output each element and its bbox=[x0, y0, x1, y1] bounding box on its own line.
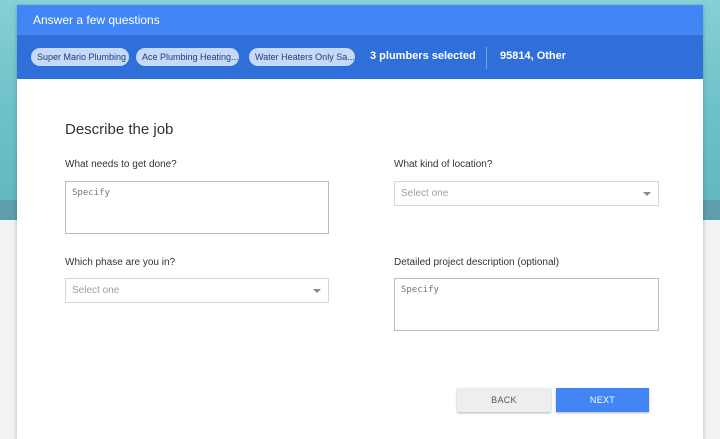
phase-value: Select one bbox=[72, 285, 120, 296]
back-button[interactable]: BACK bbox=[457, 388, 551, 412]
location-summary: 95814, Other bbox=[500, 50, 567, 62]
location-kind-value: Select one bbox=[401, 188, 449, 199]
description-input[interactable] bbox=[394, 278, 659, 331]
plumber-chip-3[interactable]: Water Heaters Only Sa... bbox=[249, 48, 355, 66]
plumber-chip-2[interactable]: Ace Plumbing Heating... bbox=[136, 48, 239, 66]
what-needs-label: What needs to get done? bbox=[65, 159, 177, 170]
next-button[interactable]: NEXT bbox=[556, 388, 649, 412]
dialog-title: Answer a few questions bbox=[33, 13, 160, 27]
description-label: Detailed project description (optional) bbox=[394, 257, 560, 268]
location-kind-select[interactable]: Select one bbox=[394, 181, 659, 206]
phase-label: Which phase are you in? bbox=[65, 257, 176, 268]
phase-select[interactable]: Select one bbox=[65, 278, 329, 303]
questions-dialog: Answer a few questions Super Mario Plumb… bbox=[17, 5, 703, 439]
section-title: Describe the job bbox=[65, 121, 174, 138]
plumber-chip-1[interactable]: Super Mario Plumbing bbox=[31, 48, 129, 66]
selection-divider bbox=[486, 47, 487, 69]
plumbers-selected-count: 3 plumbers selected bbox=[370, 50, 476, 62]
selection-bar: Super Mario Plumbing Ace Plumbing Heatin… bbox=[17, 35, 703, 79]
dialog-header: Answer a few questions bbox=[17, 5, 703, 35]
location-kind-label: What kind of location? bbox=[394, 159, 493, 170]
chevron-down-icon bbox=[643, 192, 651, 196]
chevron-down-icon bbox=[313, 289, 321, 293]
what-needs-input[interactable] bbox=[65, 181, 329, 234]
